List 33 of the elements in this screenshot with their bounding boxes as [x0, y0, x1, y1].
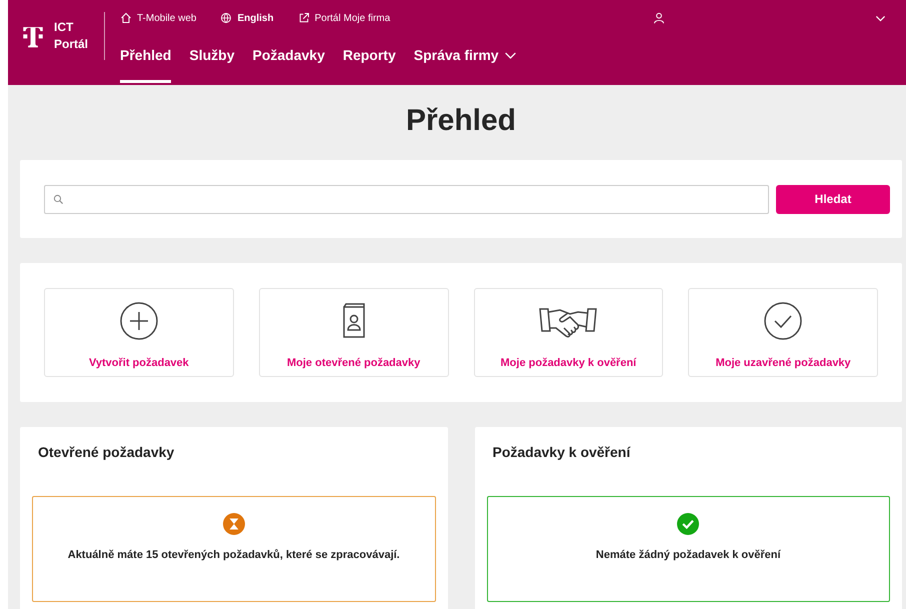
tile-label: Moje uzavřené požadavky [716, 357, 851, 369]
search-field[interactable] [44, 184, 769, 214]
status-message: Aktuálně máte 15 otevřených požadavků, které se zpracovávají. [68, 549, 400, 561]
nav-tab[interactable]: Reporty [342, 36, 396, 83]
shortcut-tile[interactable]: Moje uzavřené požadavky [688, 288, 878, 377]
check-circle-icon [763, 301, 804, 341]
header-link[interactable]: T-Mobile web [120, 12, 196, 24]
check-circle-icon [677, 513, 700, 535]
external-link-icon [298, 12, 310, 24]
tile-label: Moje požadavky k ověření [500, 357, 636, 369]
globe-icon [220, 12, 232, 24]
shortcut-tile[interactable]: Moje otevřené požadavky [258, 288, 448, 377]
header-link[interactable]: English [220, 12, 274, 24]
tile-label: Vytvořit požadavek [88, 357, 189, 369]
tile-label: Moje otevřené požadavky [286, 357, 420, 369]
home-icon [120, 12, 132, 24]
hourglass-icon [222, 513, 245, 535]
panel-title: Otevřené požadavky [38, 443, 176, 462]
nav-tab[interactable]: Přehled [120, 36, 172, 83]
search-icon [53, 194, 64, 204]
nav-tab[interactable]: Správa firmy [414, 36, 517, 83]
portal-name: ICT Portál [54, 19, 90, 53]
page-title: Přehled [404, 103, 518, 139]
plus-circle-icon [118, 301, 159, 341]
shortcut-tile[interactable]: Moje požadavky k ověření [474, 288, 664, 377]
status-message: Nemáte žádný požadavek k ověření [596, 549, 781, 561]
header-link[interactable]: Portál Moje firma [298, 12, 390, 24]
user-icon [653, 12, 665, 24]
panel-title: Požadavky k ověření [492, 443, 632, 462]
search-button[interactable]: Hledat [776, 184, 890, 214]
nav-tab[interactable]: Požadavky [252, 36, 325, 83]
shortcut-tile[interactable]: Vytvořit požadavek [44, 288, 234, 377]
nav-tab[interactable]: Služby [189, 36, 234, 83]
